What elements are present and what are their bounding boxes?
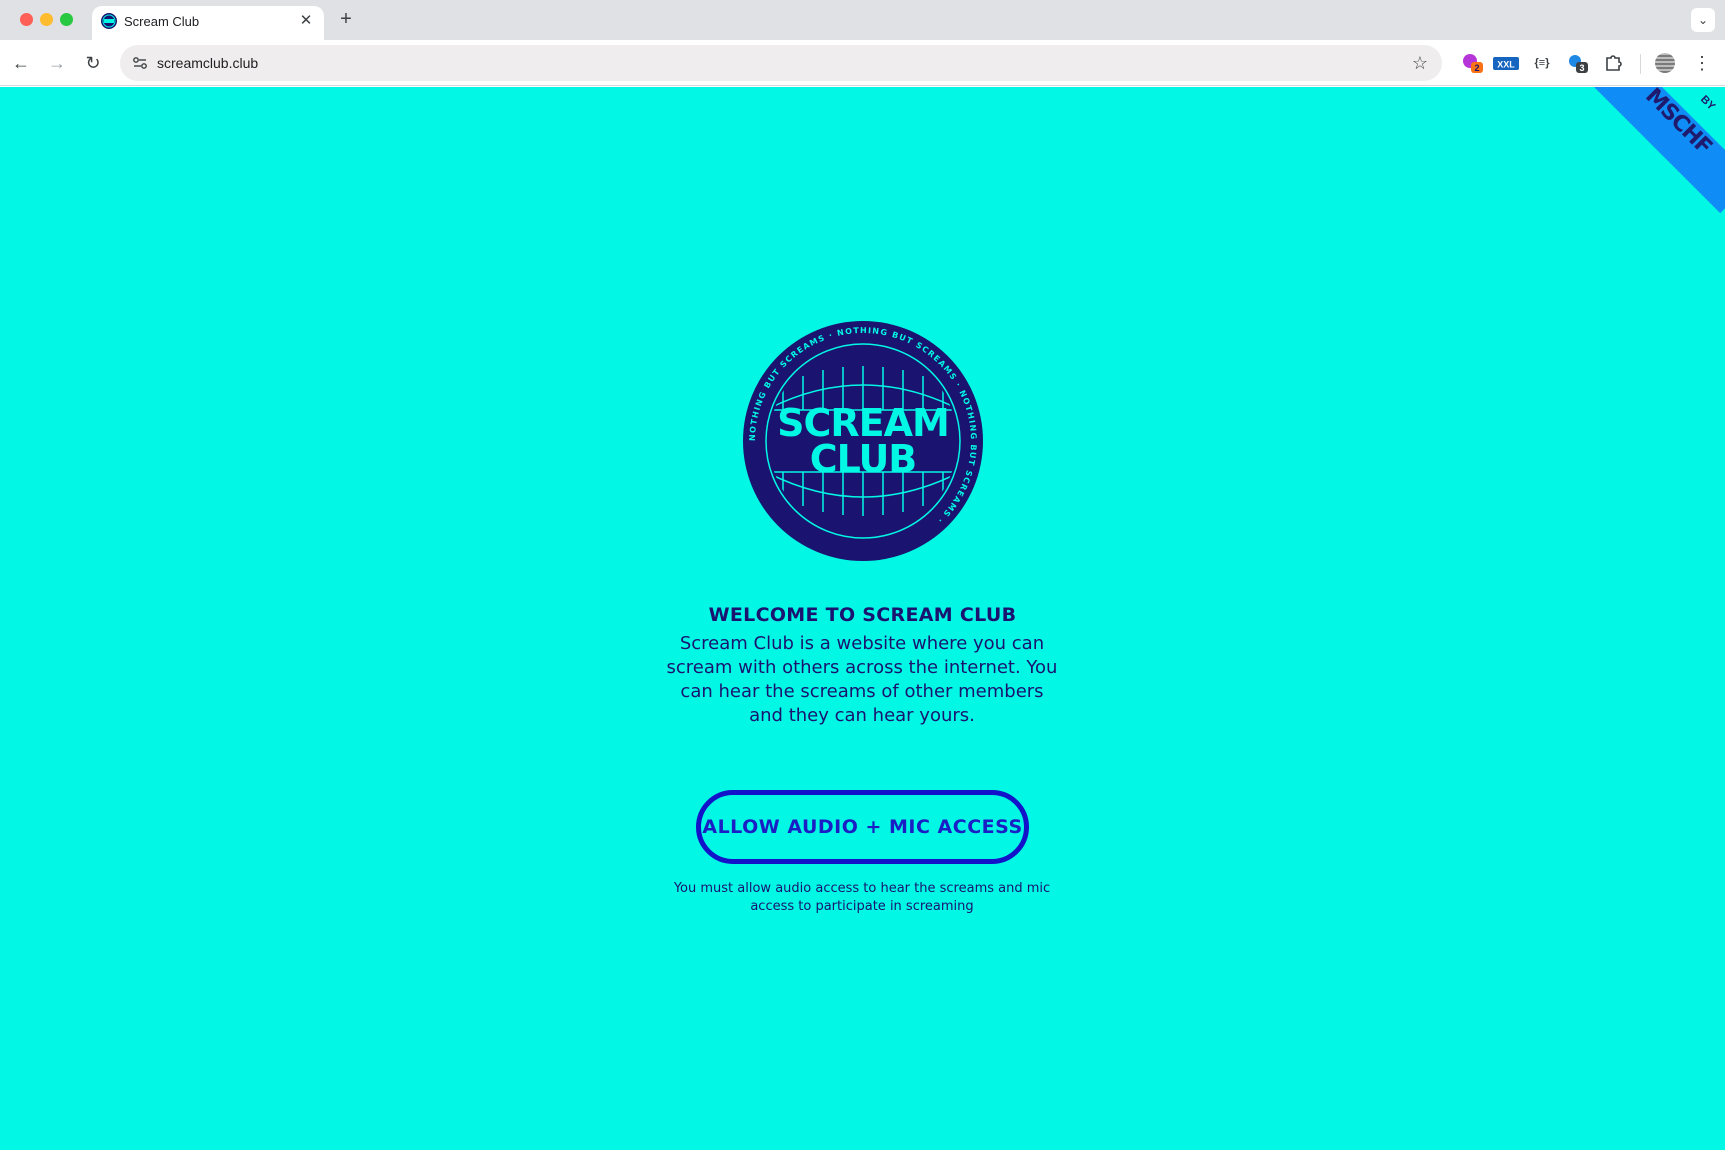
reload-icon[interactable]: ↻ [80,50,106,76]
ribbon-by-label: BY [1697,93,1718,113]
json-extension-icon[interactable]: {≡} [1530,52,1554,74]
tab-title: Scream Club [124,14,200,29]
xxl-extension-icon[interactable]: XXL [1492,52,1520,74]
password-extension-icon[interactable]: 3 [1566,52,1590,74]
url-text: screamclub.club [157,55,259,71]
page-content: BY MSCHF NOTHING BUT SCREAMS · NOTHING B… [0,87,1725,1150]
scream-club-badge-logo: NOTHING BUT SCREAMS · NOTHING BUT SCREAM… [743,321,983,561]
new-tab-button[interactable]: + [334,8,358,32]
allow-audio-mic-button[interactable]: ALLOW AUDIO + MIC ACCESS [696,790,1029,864]
welcome-title: WELCOME TO SCREAM CLUB [708,604,1017,626]
address-bar[interactable]: screamclub.club ☆ [120,45,1442,81]
globe-favicon-icon [101,13,117,29]
welcome-description: Scream Club is a website where you can s… [666,633,1058,726]
tab-search-chevron-down-icon[interactable]: ⌄ [1691,8,1715,32]
password-badge-count: 3 [1579,63,1584,73]
profile-avatar[interactable] [1655,53,1675,73]
browser-toolbar: ← → ↻ screamclub.club ☆ 2 XXL {≡} 3 ⋮ [0,40,1725,86]
extension-badge-count: 2 [1474,63,1479,73]
forward-arrow-icon[interactable]: → [44,50,70,76]
close-tab-icon[interactable]: ✕ [296,11,316,31]
minimize-window-button[interactable] [40,13,53,26]
xxl-label: XXL [1497,60,1515,70]
permission-hint-text: You must allow audio access to hear the … [673,881,1051,914]
site-settings-icon[interactable] [129,52,151,74]
more-menu-icon[interactable]: ⋮ [1690,50,1714,76]
close-window-button[interactable] [20,13,33,26]
extension-puzzle-badge-icon[interactable]: 2 [1460,52,1484,74]
tab-strip: Scream Club ✕ + ⌄ [0,0,1725,40]
back-arrow-icon[interactable]: ← [8,50,34,76]
tab-scream-club[interactable]: Scream Club ✕ [92,6,324,40]
toolbar-divider [1640,54,1641,74]
bookmark-star-icon[interactable]: ☆ [1408,51,1432,75]
maximize-window-button[interactable] [60,13,73,26]
badge-title-line2: CLUB [810,437,917,481]
extensions-puzzle-icon[interactable] [1602,52,1626,74]
